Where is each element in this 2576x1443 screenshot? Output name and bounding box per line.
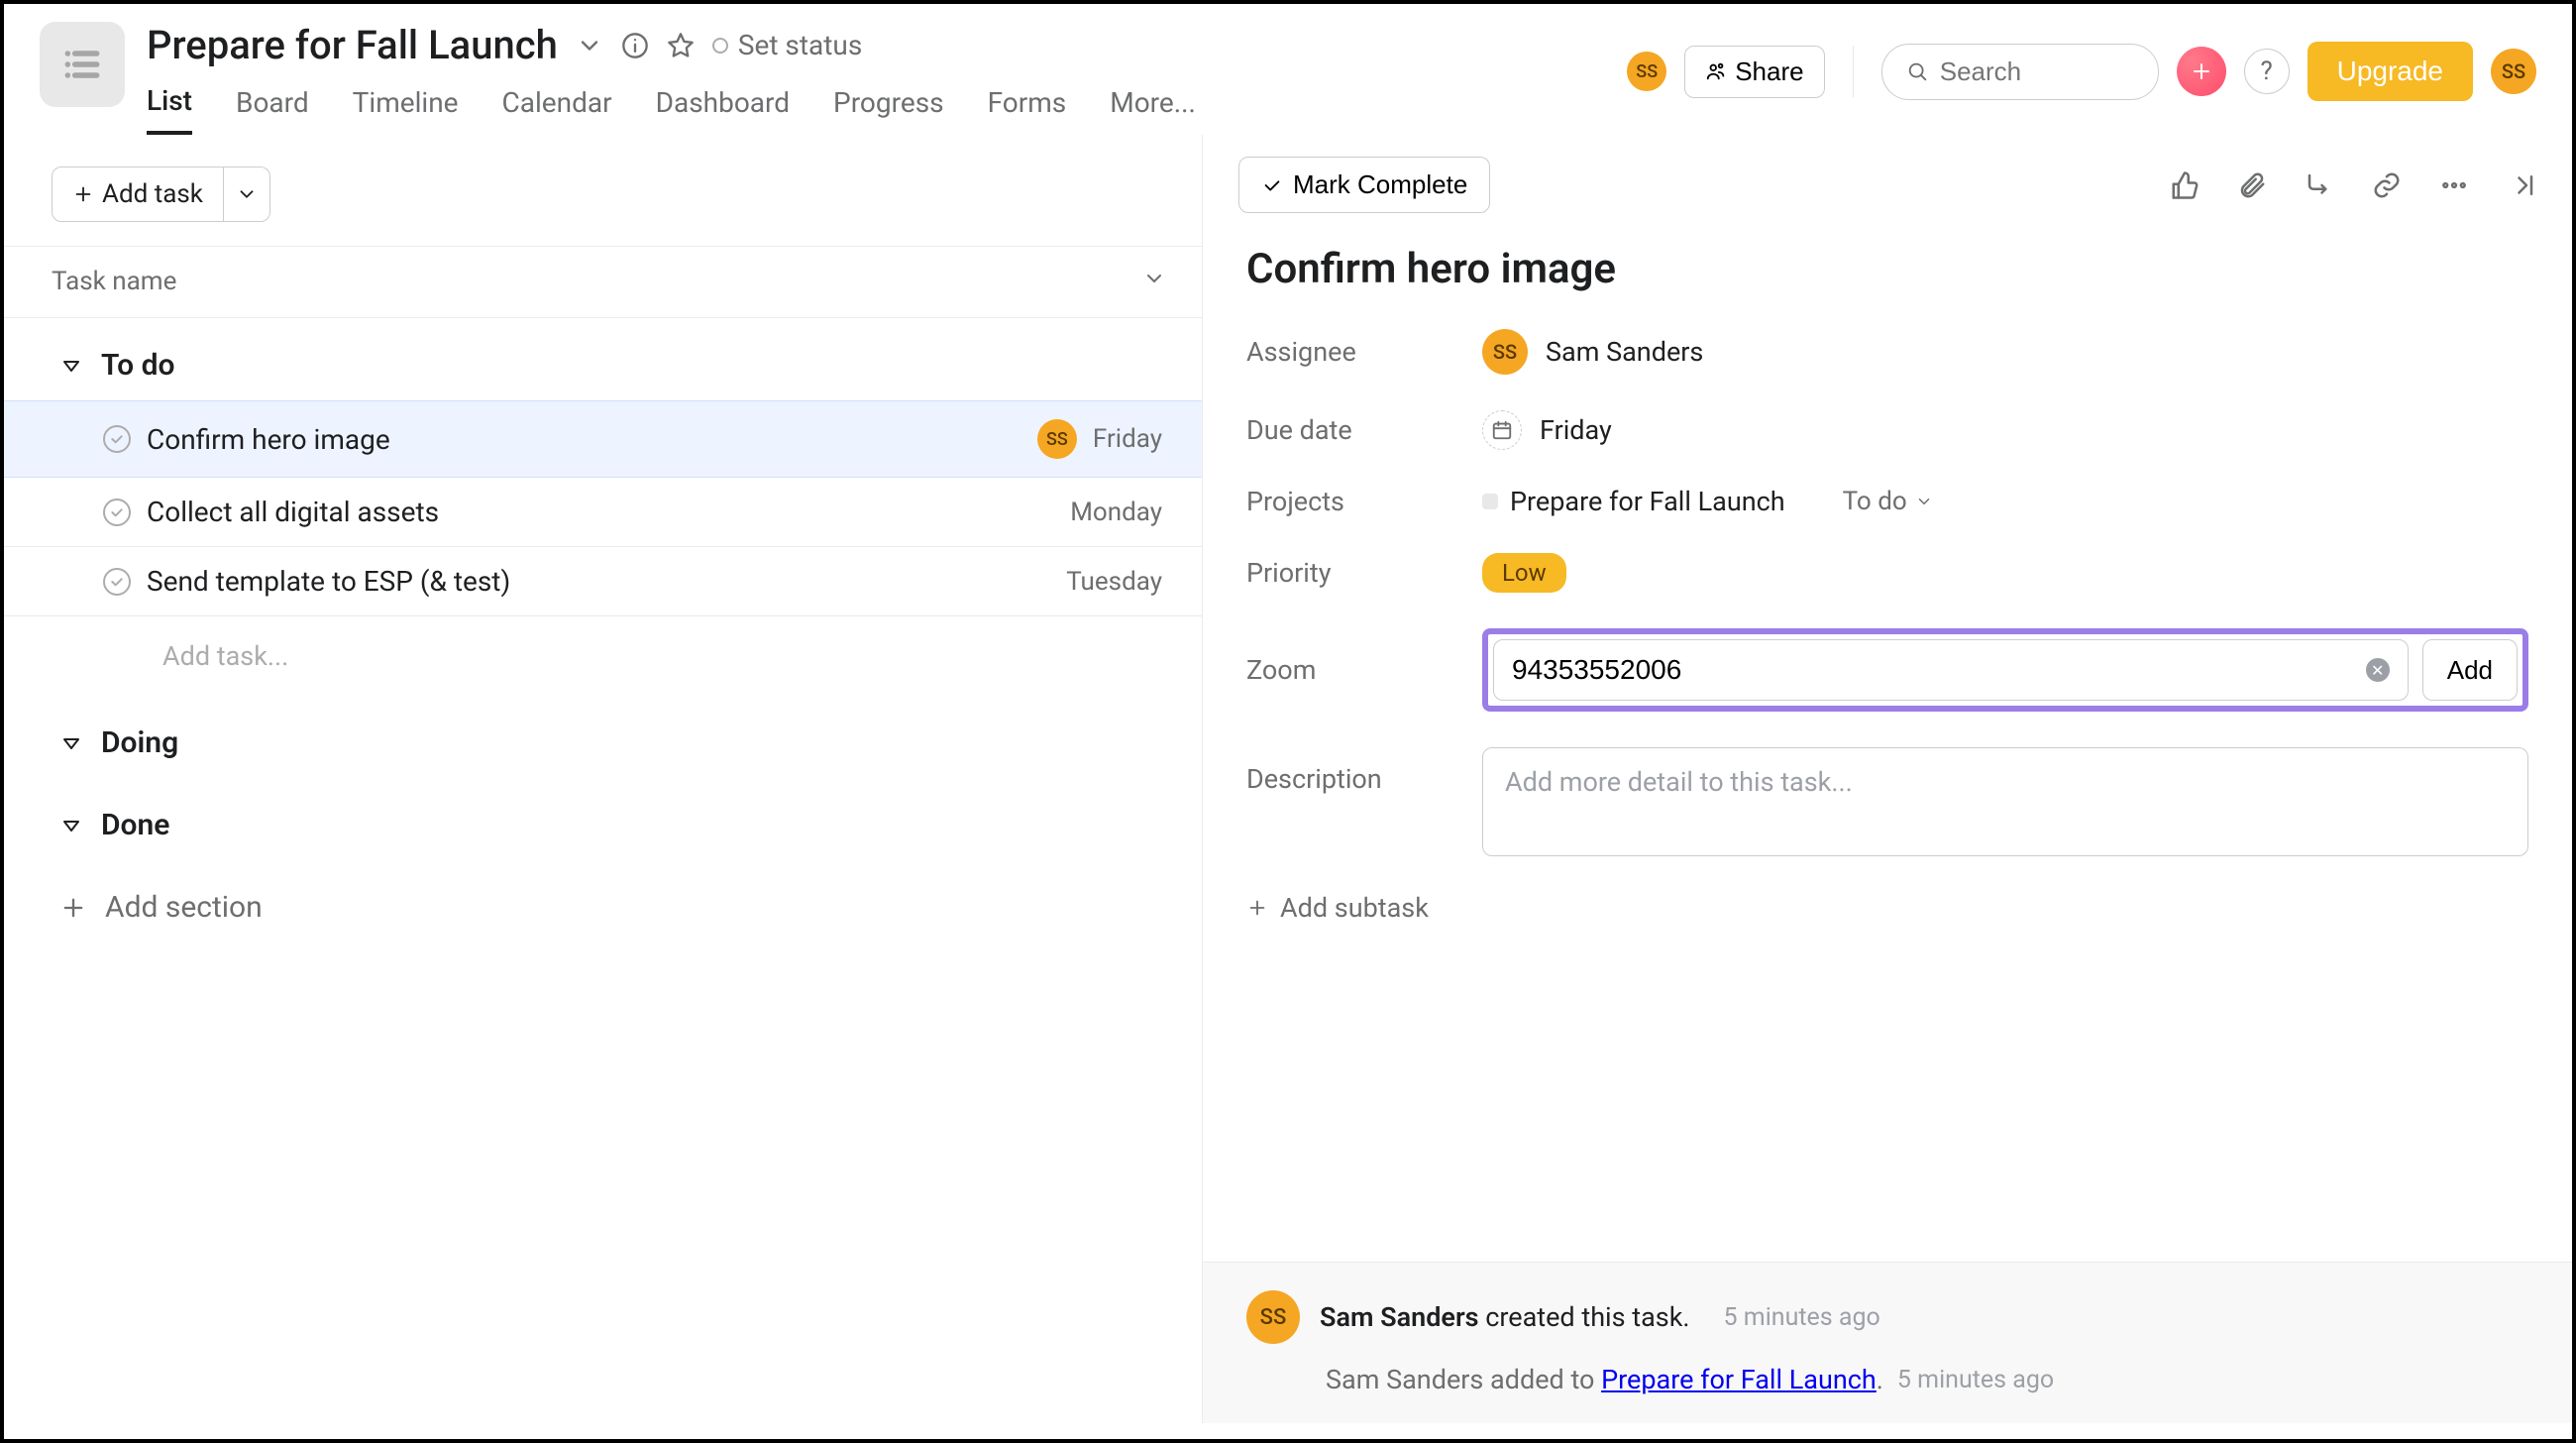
like-icon[interactable]: [2170, 170, 2200, 200]
add-section-label: Add section: [105, 890, 263, 925]
share-label: Share: [1735, 56, 1803, 87]
activity-project-link[interactable]: Prepare for Fall Launch: [1601, 1364, 1877, 1395]
caret-down-icon: [59, 354, 83, 378]
subtask-icon[interactable]: [2305, 170, 2334, 200]
activity-feed: SS Sam Sanders created this task. 5 minu…: [1203, 1262, 2572, 1423]
search-box[interactable]: [1881, 44, 2159, 100]
divider: [1853, 46, 1854, 97]
tab-board[interactable]: Board: [236, 86, 309, 133]
status-dot-icon: [712, 38, 728, 54]
mark-complete-label: Mark Complete: [1293, 169, 1467, 200]
project-section-select[interactable]: To do: [1843, 487, 1933, 516]
section-header-doing[interactable]: Doing: [59, 725, 1202, 760]
tab-more[interactable]: More...: [1110, 86, 1196, 133]
description-input[interactable]: [1482, 747, 2528, 856]
caret-down-icon: [59, 814, 83, 837]
add-section-button[interactable]: Add section: [4, 860, 1202, 925]
chevron-down-icon[interactable]: [576, 32, 603, 59]
help-button[interactable]: ?: [2244, 49, 2290, 94]
task-detail-title[interactable]: Confirm hero image: [1246, 245, 2528, 293]
add-task-button[interactable]: Add task: [52, 166, 224, 222]
priority-label: Priority: [1246, 557, 1482, 589]
activity-avatar[interactable]: SS: [1246, 1290, 1300, 1344]
project-color-icon: [1482, 494, 1498, 509]
search-input[interactable]: [1940, 56, 2134, 87]
search-icon: [1906, 58, 1928, 84]
section-title: To do: [101, 348, 174, 383]
add-task-dropdown[interactable]: [224, 166, 270, 222]
task-complete-toggle[interactable]: [103, 499, 131, 526]
link-icon[interactable]: [2372, 170, 2402, 200]
assignee-label: Assignee: [1246, 336, 1482, 368]
project-title[interactable]: Prepare for Fall Launch: [147, 22, 558, 68]
task-due: Tuesday: [1066, 567, 1162, 597]
star-icon[interactable]: [667, 32, 695, 59]
tab-progress[interactable]: Progress: [833, 86, 944, 133]
task-row[interactable]: Collect all digital assets Monday: [4, 478, 1202, 547]
project-name: Prepare for Fall Launch: [1510, 486, 1785, 517]
caret-down-icon: [59, 731, 83, 755]
set-status-button[interactable]: Set status: [712, 29, 862, 61]
task-row[interactable]: Confirm hero image SS Friday: [4, 400, 1202, 478]
tab-list[interactable]: List: [147, 84, 192, 135]
clear-icon[interactable]: ✕: [2366, 658, 2390, 682]
calendar-icon: [1482, 410, 1522, 450]
share-button[interactable]: Share: [1684, 46, 1824, 98]
projects-label: Projects: [1246, 486, 1482, 517]
task-due: Friday: [1093, 424, 1162, 454]
priority-value[interactable]: Low: [1482, 553, 1566, 593]
task-due: Monday: [1070, 498, 1162, 527]
task-name: Collect all digital assets: [147, 496, 1054, 528]
member-avatar[interactable]: SS: [1627, 52, 1666, 91]
zoom-input[interactable]: [1512, 654, 2366, 686]
close-panel-icon[interactable]: [2507, 170, 2536, 200]
add-subtask-label: Add subtask: [1280, 892, 1429, 924]
chevron-down-icon: [1915, 493, 1933, 510]
description-label: Description: [1246, 747, 1482, 795]
tab-timeline[interactable]: Timeline: [353, 86, 459, 133]
info-icon[interactable]: [621, 32, 649, 59]
zoom-label: Zoom: [1246, 654, 1482, 686]
more-icon[interactable]: [2439, 170, 2469, 200]
section-header-done[interactable]: Done: [59, 808, 1202, 842]
assignee-value[interactable]: SS Sam Sanders: [1482, 329, 2528, 375]
tab-calendar[interactable]: Calendar: [502, 86, 612, 133]
zoom-field-highlight: ✕ Add: [1482, 628, 2528, 712]
task-name: Confirm hero image: [147, 423, 1021, 456]
add-task-inline[interactable]: Add task...: [4, 616, 1202, 696]
add-task-label: Add task: [102, 179, 203, 209]
tab-forms[interactable]: Forms: [988, 86, 1067, 133]
task-complete-toggle[interactable]: [103, 568, 131, 596]
activity-line: Sam Sanders created this task.: [1320, 1301, 1690, 1333]
due-date-value[interactable]: Friday: [1482, 410, 2528, 450]
global-add-button[interactable]: [2177, 47, 2226, 96]
task-name: Send template to ESP (& test): [147, 565, 1050, 598]
section-title: Doing: [101, 725, 178, 760]
task-complete-toggle[interactable]: [103, 425, 131, 453]
set-status-label: Set status: [738, 29, 862, 61]
attachment-icon[interactable]: [2237, 170, 2267, 200]
due-date-label: Due date: [1246, 414, 1482, 446]
section-header-todo[interactable]: To do: [59, 348, 1202, 383]
due-date-text: Friday: [1540, 414, 1612, 446]
tab-dashboard[interactable]: Dashboard: [656, 86, 790, 133]
project-tag[interactable]: Prepare for Fall Launch: [1482, 486, 1785, 517]
task-row[interactable]: Send template to ESP (& test) Tuesday: [4, 547, 1202, 616]
project-tabs: List Board Timeline Calendar Dashboard P…: [147, 84, 1605, 135]
project-icon[interactable]: [40, 22, 125, 107]
assignee-avatar: SS: [1482, 329, 1528, 375]
add-subtask-button[interactable]: Add subtask: [1246, 892, 2528, 924]
section-title: Done: [101, 808, 169, 842]
activity-time: 5 minutes ago: [1724, 1303, 1880, 1332]
assignee-name: Sam Sanders: [1546, 336, 1703, 368]
activity-time: 5 minutes ago: [1897, 1366, 2054, 1394]
column-menu-icon[interactable]: [1142, 267, 1166, 297]
user-avatar[interactable]: SS: [2491, 49, 2536, 94]
upgrade-button[interactable]: Upgrade: [2308, 42, 2473, 101]
task-assignee-avatar[interactable]: SS: [1037, 419, 1077, 459]
column-task-name: Task name: [52, 267, 176, 297]
mark-complete-button[interactable]: Mark Complete: [1238, 157, 1490, 213]
zoom-add-button[interactable]: Add: [2422, 639, 2518, 701]
activity-line: Sam Sanders added to Prepare for Fall La…: [1246, 1364, 2528, 1395]
